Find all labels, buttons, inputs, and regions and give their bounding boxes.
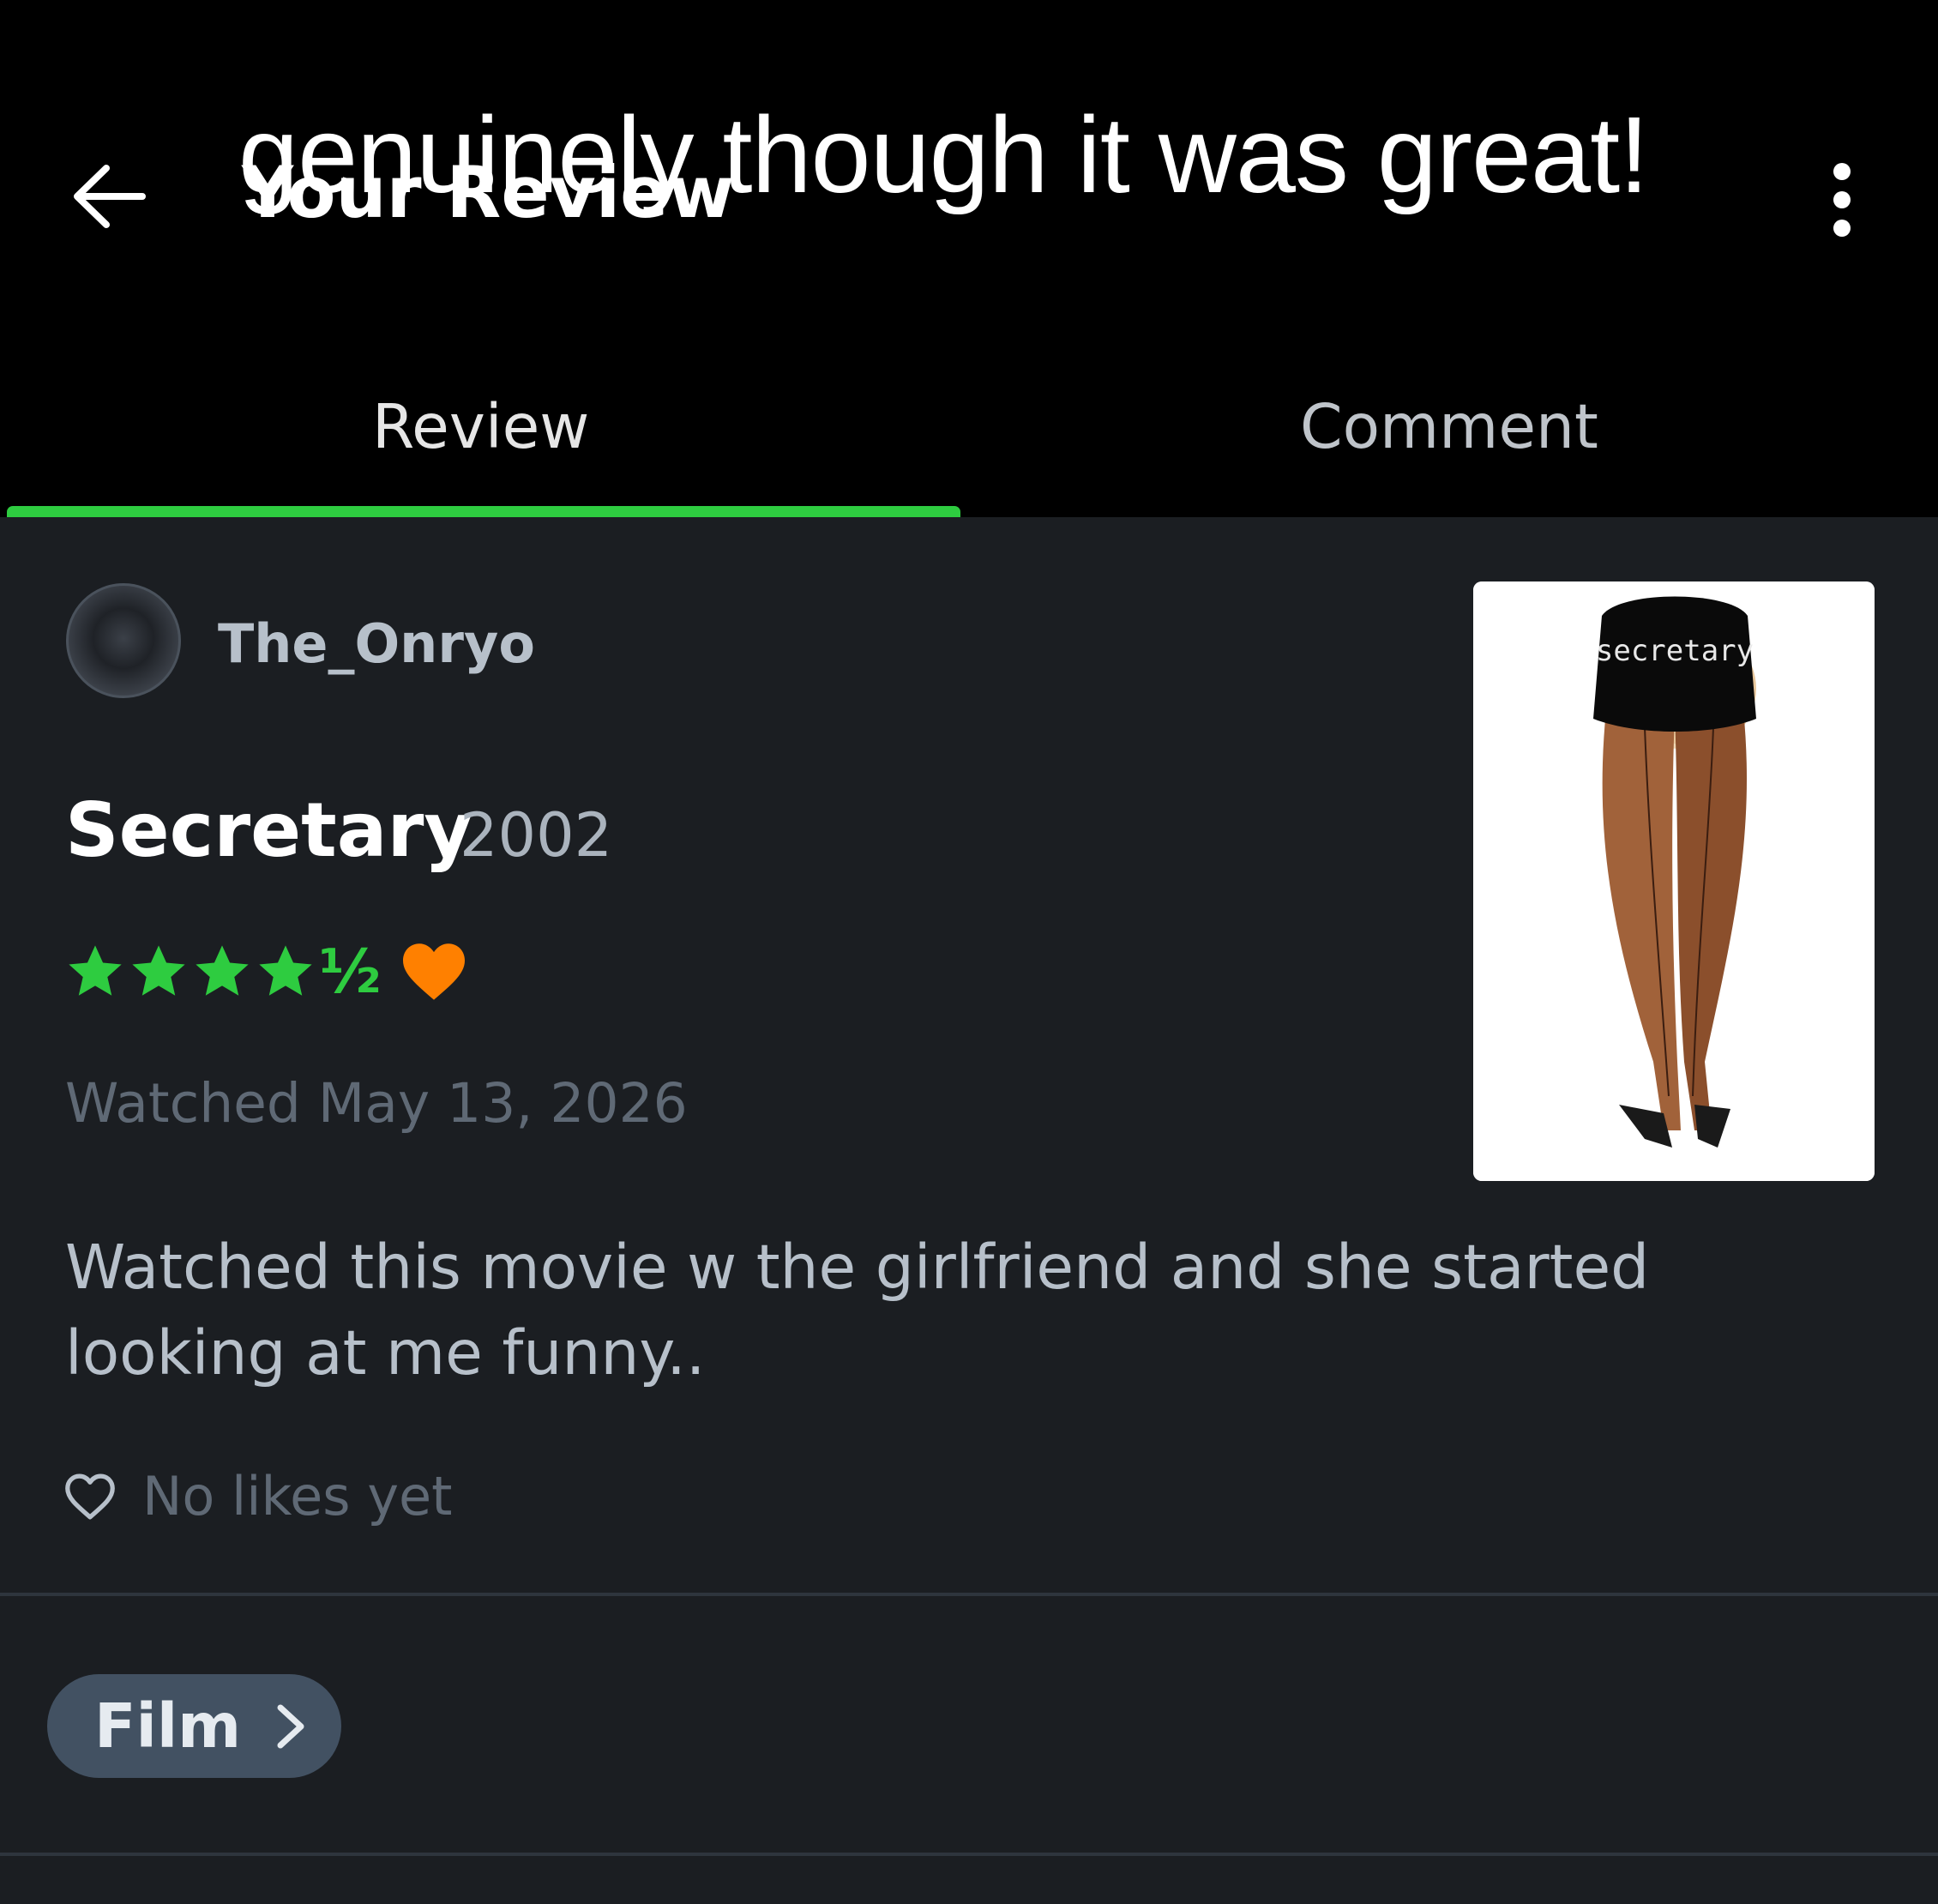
review-text: Watched this movie w the girlfriend and …	[65, 1232, 1650, 1389]
watched-date: Watched May 13, 2026	[65, 1072, 688, 1135]
film-year: 2002	[460, 800, 613, 871]
likes-count: No likes yet	[142, 1465, 453, 1527]
film-title[interactable]: Secretary	[65, 793, 472, 868]
star-rating: ½	[65, 937, 468, 1006]
poster-caption: secretary	[1596, 634, 1754, 668]
film-chip-button[interactable]: Film	[47, 1674, 341, 1778]
username[interactable]: The_Onryo	[218, 618, 535, 671]
star-icon	[196, 945, 249, 996]
active-tab-indicator	[7, 506, 960, 517]
divider	[0, 1593, 1938, 1596]
half-star: ½	[319, 937, 382, 1007]
overlay-caption: genuinely though it was great!	[238, 94, 1649, 215]
star-icon	[69, 945, 122, 996]
film-chip-label: Film	[94, 1690, 242, 1762]
poster-artwork: secretary	[1473, 581, 1875, 1181]
app-header: Your Review genuinely though it was grea…	[0, 0, 1938, 517]
star-icon	[259, 945, 312, 996]
heart-outline-icon[interactable]	[63, 1472, 117, 1521]
likes-row[interactable]: No likes yet	[63, 1462, 452, 1531]
divider	[0, 1853, 1938, 1856]
star-icon	[132, 945, 185, 996]
heart-icon	[403, 943, 466, 1000]
tab-comment[interactable]: Comment	[1300, 396, 1598, 457]
avatar[interactable]	[66, 583, 181, 698]
arrow-left-icon[interactable]	[70, 161, 147, 232]
more-vertical-icon[interactable]	[1825, 161, 1859, 238]
chevron-right-icon	[277, 1704, 304, 1748]
film-poster[interactable]: secretary	[1473, 581, 1875, 1181]
tab-review[interactable]: Review	[372, 396, 589, 457]
